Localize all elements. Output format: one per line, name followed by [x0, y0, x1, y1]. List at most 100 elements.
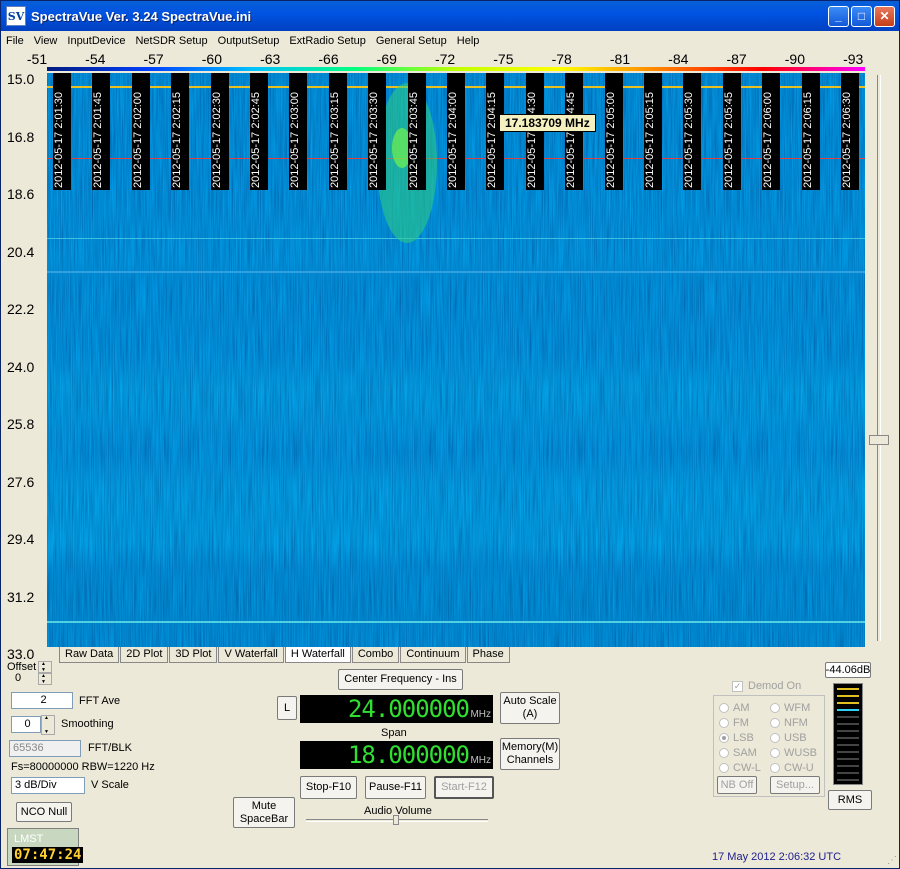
auto-scale-button[interactable]: Auto Scale (A) [500, 692, 560, 724]
minimize-button[interactable]: _ [828, 6, 849, 27]
timestamp-marker: 2012-05-17 2:02:00 [131, 73, 150, 190]
tab-2d-plot[interactable]: 2D Plot [120, 647, 169, 663]
demod-modes-group: AM FM LSB SAM CW-L WFM NFM USB WUSB CW-U… [713, 695, 825, 797]
tab-combo[interactable]: Combo [351, 647, 400, 663]
demod-on-checkbox[interactable]: ✓ Demod On [732, 680, 801, 692]
timestamp-marker: 2012-05-17 2:06:15 [801, 73, 820, 190]
amplitude-tick: -78 [551, 51, 572, 67]
radio-cw-l[interactable]: CW-L [719, 762, 761, 774]
menu-outputsetup[interactable]: OutputSetup [213, 35, 285, 47]
tab-3d-plot[interactable]: 3D Plot [169, 647, 218, 663]
timestamp-label: 2012-05-17 2:02:30 [210, 91, 223, 188]
resize-grip-icon[interactable]: ⋰ [887, 855, 897, 866]
radio-lsb[interactable]: LSB [719, 732, 754, 744]
timestamp-label: 2012-05-17 2:01:45 [92, 91, 105, 188]
meter-segment [837, 709, 859, 711]
tab-h-waterfall[interactable]: H Waterfall [284, 647, 351, 663]
lmst-label: LMST [14, 833, 44, 845]
timestamp-label: 2012-05-17 2:06:00 [762, 91, 775, 188]
vscale-label: V Scale [91, 779, 129, 791]
fft-blk-select[interactable]: 65536 [9, 740, 81, 757]
radio-usb[interactable]: USB [770, 732, 807, 744]
l-button[interactable]: L [277, 696, 297, 720]
timestamp-marker: 2012-05-17 2:05:30 [683, 73, 702, 190]
smoothing-spinner[interactable] [41, 715, 55, 735]
amplitude-tick: -84 [668, 51, 689, 67]
timestamp-label: 2012-05-17 2:03:15 [328, 91, 341, 188]
radio-nfm-label: NFM [784, 717, 808, 729]
menu-help[interactable]: Help [452, 35, 485, 47]
radio-am[interactable]: AM [719, 702, 750, 714]
meter-segment [837, 751, 859, 753]
timestamp-label: 2012-05-17 2:04:45 [565, 91, 578, 188]
smoothing-label: Smoothing [61, 718, 114, 730]
waterfall-display[interactable]: 2012-05-17 2:01:30 2012-05-17 2:01:45 2012… [47, 73, 865, 647]
tab-continuum[interactable]: Continuum [400, 647, 466, 663]
timestamp-label: 2012-05-17 2:04:30 [525, 91, 538, 188]
amplitude-tick: -57 [143, 51, 164, 67]
level-slider-track[interactable] [877, 75, 881, 641]
tab-v-waterfall[interactable]: V Waterfall [218, 647, 284, 663]
radio-wfm[interactable]: WFM [770, 702, 810, 714]
pause-button[interactable]: Pause-F11 [365, 776, 426, 799]
demod-setup-button[interactable]: Setup... [770, 776, 820, 794]
tab-phase[interactable]: Phase [466, 647, 510, 663]
meter-segment [837, 716, 859, 718]
frequency-tooltip: 17.183709 MHz [499, 114, 596, 132]
radio-sam[interactable]: SAM [719, 747, 757, 759]
maximize-button[interactable]: □ [851, 6, 872, 27]
menu-netsdr-setup[interactable]: NetSDR Setup [130, 35, 212, 47]
mute-button[interactable]: Mute SpaceBar [233, 797, 295, 828]
offset-spinner-top[interactable] [38, 661, 52, 673]
timestamp-label: 2012-05-17 2:01:30 [53, 91, 65, 188]
center-frequency-display[interactable]: 24.000000 MHz [300, 695, 493, 723]
menu-general-setup[interactable]: General Setup [371, 35, 452, 47]
frequency-tick: 22.2 [7, 301, 35, 317]
radio-cw-u-label: CW-U [784, 762, 814, 774]
check-icon: ✓ [732, 680, 743, 692]
timestamp-label: 2012-05-17 2:04:00 [447, 91, 459, 188]
smoothing-input[interactable]: 0 [11, 716, 41, 733]
nb-off-button[interactable]: NB Off [717, 776, 757, 794]
menu-inputdevice[interactable]: InputDevice [62, 35, 130, 47]
vscale-select[interactable]: 3 dB/Div [11, 777, 85, 794]
meter-segment [837, 730, 859, 732]
frequency-tick: 16.8 [7, 128, 35, 145]
audio-volume-thumb[interactable] [393, 815, 399, 825]
level-readout: -44.06dB [825, 662, 871, 678]
span-display[interactable]: 18.000000 MHz [300, 741, 493, 769]
timestamp-marker: 2012-05-17 2:03:15 [328, 73, 347, 190]
radio-wusb[interactable]: WUSB [770, 747, 817, 759]
close-button[interactable]: ✕ [874, 6, 895, 27]
amplitude-tick: -90 [784, 51, 805, 67]
frequency-tick: 29.4 [7, 531, 35, 547]
stop-button[interactable]: Stop-F10 [300, 776, 357, 799]
menu-file[interactable]: File [1, 35, 29, 47]
menu-extradio-setup[interactable]: ExtRadio Setup [284, 35, 370, 47]
nco-null-button[interactable]: NCO Null [16, 802, 72, 822]
frequency-tick: 31.2 [7, 588, 35, 605]
meter-segment [837, 779, 859, 781]
amplitude-tick: -69 [376, 51, 397, 67]
lmst-clock: LMST 07:47:24 [7, 828, 84, 866]
radio-am-label: AM [733, 702, 750, 714]
tab-raw-data[interactable]: Raw Data [59, 647, 120, 663]
fft-ave-input[interactable]: 2 [11, 692, 73, 709]
menu-view[interactable]: View [29, 35, 63, 47]
window-title: SpectraVue Ver. 3.24 SpectraVue.ini [31, 8, 252, 24]
title-bar[interactable]: SV SpectraVue Ver. 3.24 SpectraVue.ini _… [1, 1, 899, 31]
radio-wfm-label: WFM [784, 702, 811, 714]
offset-spinner[interactable] [38, 673, 52, 685]
center-frequency-button[interactable]: Center Frequency - Ins [338, 669, 463, 690]
memory-channels-button[interactable]: Memory(M) Channels [500, 738, 560, 770]
timestamp-label: 2012-05-17 2:02:00 [131, 91, 144, 188]
rms-button[interactable]: RMS [828, 790, 872, 810]
radio-fm[interactable]: FM [719, 717, 749, 729]
radio-cw-l-label: CW-L [733, 762, 761, 774]
start-button[interactable]: Start-F12 [434, 776, 494, 799]
radio-nfm[interactable]: NFM [770, 717, 808, 729]
amplitude-tick: -72 [434, 51, 456, 67]
level-slider-thumb[interactable] [869, 435, 889, 445]
status-date: 17 May 2012 2:06:32 UTC [712, 851, 842, 863]
radio-cw-u[interactable]: CW-U [770, 762, 814, 774]
